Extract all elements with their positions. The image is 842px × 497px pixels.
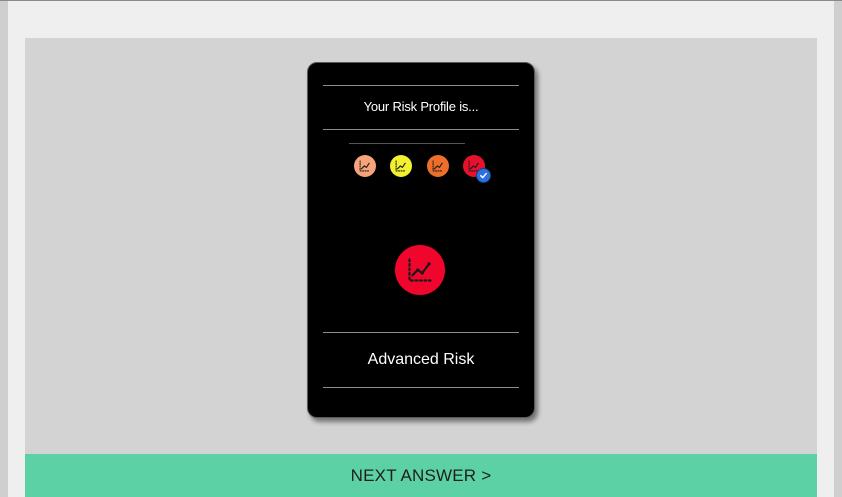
risk-profile-result: Advanced Risk xyxy=(367,351,475,368)
result-risk-icon xyxy=(395,245,445,295)
risk-level-advanced[interactable] xyxy=(463,155,491,183)
chart-growth-icon xyxy=(359,160,371,172)
risk-level-low[interactable] xyxy=(354,155,376,177)
chart-growth-icon xyxy=(395,160,407,172)
card-title: Your Risk Profile is... xyxy=(363,99,479,114)
next-answer-button[interactable]: NEXT ANSWER > xyxy=(25,454,817,497)
divider xyxy=(323,332,519,333)
checkmark-icon xyxy=(476,168,491,183)
divider xyxy=(323,387,519,388)
risk-profile-card: Your Risk Profile is... Advanced Risk xyxy=(307,62,535,418)
divider xyxy=(323,85,519,86)
divider xyxy=(349,143,465,144)
risk-level-moderate[interactable] xyxy=(390,155,412,177)
chart-growth-icon xyxy=(432,160,444,172)
divider xyxy=(323,129,519,130)
chart-growth-icon xyxy=(408,258,432,282)
risk-level-high[interactable] xyxy=(427,155,449,177)
